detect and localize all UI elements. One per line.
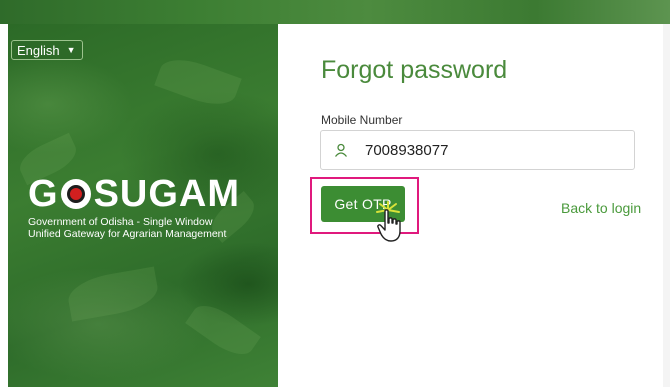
logo-subtitle-line2: Unified Gateway for Agrarian Management (28, 228, 227, 240)
background-leaf (154, 51, 242, 113)
mobile-number-input[interactable]: 7008938077 (320, 130, 635, 170)
logo-subtitle-line1: Government of Odisha - Single Window (28, 216, 213, 228)
mobile-number-value: 7008938077 (365, 141, 449, 159)
go-sugam-logo: G SUGAM Government of Odisha - Single Wi… (28, 175, 258, 240)
logo-word-right: SUGAM (93, 173, 241, 215)
back-to-login-link[interactable]: Back to login (561, 200, 641, 216)
background-leaf (65, 266, 161, 322)
logo-word-left: G (28, 173, 59, 215)
logo-target-icon (60, 179, 91, 209)
language-select-value: English (17, 42, 60, 58)
page-title: Forgot password (321, 56, 508, 84)
language-select[interactable]: English ▼ (11, 40, 83, 60)
top-banner-strip (0, 0, 670, 24)
mobile-number-label: Mobile Number (321, 113, 403, 127)
background-leaf (185, 296, 261, 364)
user-icon (334, 143, 348, 157)
left-edge (0, 24, 8, 387)
chevron-down-icon: ▼ (66, 45, 76, 55)
right-edge (663, 24, 670, 387)
screen: English ▼ G SUGAM Government of Odisha -… (0, 0, 670, 387)
logo-wordmark: G SUGAM (28, 175, 258, 213)
hand-pointer-icon (377, 209, 401, 242)
